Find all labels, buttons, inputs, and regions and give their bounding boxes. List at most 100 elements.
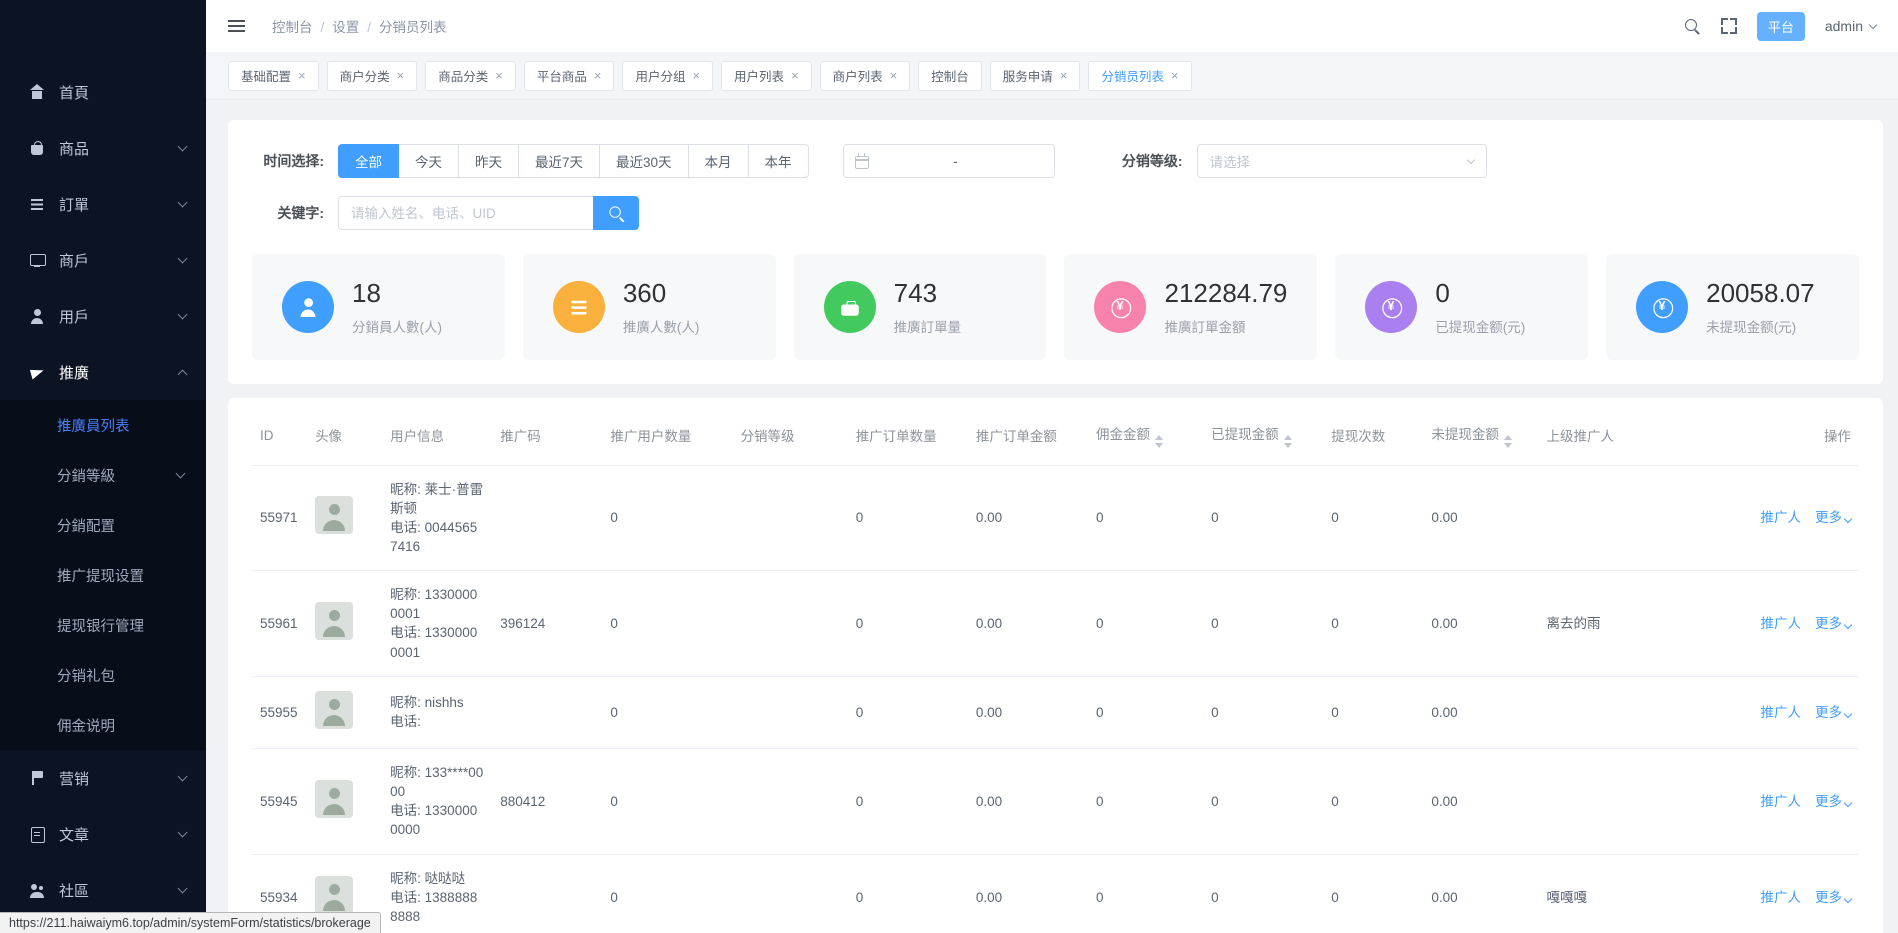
- close-icon[interactable]: [1171, 69, 1179, 82]
- more-link[interactable]: 更多: [1815, 794, 1851, 809]
- page-tab[interactable]: 分销员列表: [1088, 61, 1191, 91]
- time-filter-button[interactable]: 本年: [748, 144, 809, 178]
- sort-icon[interactable]: [1504, 435, 1512, 448]
- cell-promo-code: [492, 465, 602, 571]
- cell-avatar: [307, 676, 382, 748]
- sidebar-item-label: 商品: [59, 138, 179, 159]
- tab-label: 商品分类: [438, 66, 488, 85]
- time-filter-button[interactable]: 本月: [688, 144, 749, 178]
- sidebar-item[interactable]: 商品: [0, 120, 206, 176]
- chevron-down-icon: [1869, 20, 1877, 28]
- sidebar-item[interactable]: 推廣: [0, 344, 206, 400]
- sidebar-subitem[interactable]: 分销礼包: [0, 650, 206, 700]
- more-link[interactable]: 更多: [1815, 705, 1851, 720]
- sidebar-subitem-label: 提现银行管理: [57, 615, 184, 636]
- promoter-link[interactable]: 推广人: [1761, 794, 1802, 809]
- time-filter-button[interactable]: 最近7天: [518, 144, 600, 178]
- sort-icon[interactable]: [1155, 435, 1163, 448]
- page-tab[interactable]: 基础配置: [228, 61, 319, 91]
- keyword-input[interactable]: [338, 196, 593, 230]
- sidebar-subitem[interactable]: 提现银行管理: [0, 600, 206, 650]
- table-row: 55961 昵称: 13300000001 电话: 13300000001 39…: [252, 571, 1859, 677]
- promoter-link[interactable]: 推广人: [1761, 616, 1802, 631]
- close-icon[interactable]: [298, 69, 306, 82]
- more-link[interactable]: 更多: [1815, 616, 1851, 631]
- column-header: 用户信息: [382, 406, 492, 465]
- fullscreen-icon[interactable]: [1721, 18, 1737, 34]
- time-filter-button[interactable]: 全部: [338, 144, 399, 178]
- search-button[interactable]: [593, 196, 639, 230]
- sidebar-subitem[interactable]: 分銷配置: [0, 500, 206, 550]
- sidebar-subitem[interactable]: 推广提现设置: [0, 550, 206, 600]
- promoter-link[interactable]: 推广人: [1761, 510, 1802, 525]
- cell-parent-promoter: [1539, 465, 1729, 571]
- breadcrumb-item[interactable]: 控制台: [272, 16, 324, 36]
- date-range-picker[interactable]: -: [843, 144, 1055, 178]
- sidebar-item-icon: [28, 307, 46, 325]
- close-icon[interactable]: [594, 69, 602, 82]
- sidebar-item[interactable]: 营销: [0, 750, 206, 806]
- page-tab[interactable]: 商品分类: [425, 61, 516, 91]
- level-select[interactable]: 请选择: [1197, 144, 1487, 178]
- promoter-link[interactable]: 推广人: [1761, 705, 1802, 720]
- breadcrumb-item[interactable]: 设置: [332, 16, 371, 36]
- column-header-label: 佣金金额: [1096, 427, 1150, 442]
- close-icon[interactable]: [791, 69, 799, 82]
- sort-icon[interactable]: [1284, 435, 1292, 448]
- page-tab[interactable]: 控制台: [918, 61, 982, 91]
- page-tab[interactable]: 用户分组: [622, 61, 713, 91]
- sidebar-subitem-label: 分销礼包: [57, 665, 184, 686]
- time-filter-button[interactable]: 今天: [398, 144, 459, 178]
- nickname-label: 昵称:: [390, 587, 425, 602]
- page-tab[interactable]: 服务申请: [990, 61, 1081, 91]
- page-tab[interactable]: 用户列表: [721, 61, 812, 91]
- tab-label: 用户列表: [734, 66, 784, 85]
- platform-badge[interactable]: 平台: [1757, 12, 1805, 41]
- breadcrumb-item[interactable]: 分销员列表: [379, 16, 447, 36]
- chevron-icon: [178, 884, 188, 894]
- nickname-label: 昵称:: [390, 695, 425, 710]
- menu-collapse-icon[interactable]: [228, 19, 246, 33]
- cell-actions: 推广人更多: [1729, 571, 1859, 677]
- sidebar-item[interactable]: 訂單: [0, 176, 206, 232]
- close-icon[interactable]: [397, 69, 405, 82]
- time-filter-button[interactable]: 昨天: [458, 144, 519, 178]
- user-dropdown[interactable]: admin: [1825, 18, 1876, 34]
- sidebar-item-label: 用戶: [59, 306, 179, 327]
- sidebar-item[interactable]: 商戶: [0, 232, 206, 288]
- more-link[interactable]: 更多: [1815, 890, 1851, 905]
- close-icon[interactable]: [1060, 69, 1068, 82]
- page-tab[interactable]: 商户列表: [820, 61, 911, 91]
- time-filter-button[interactable]: 最近30天: [599, 144, 689, 178]
- column-header: 操作: [1729, 406, 1859, 465]
- stat-value: 20058.07: [1706, 278, 1814, 309]
- close-icon[interactable]: [890, 69, 898, 82]
- more-link[interactable]: 更多: [1815, 510, 1851, 525]
- sidebar-item-icon: [28, 195, 46, 213]
- sidebar-item[interactable]: 用戶: [0, 288, 206, 344]
- sidebar-item-icon: [28, 881, 46, 899]
- sidebar-subitem[interactable]: 推廣員列表: [0, 400, 206, 450]
- page-tab[interactable]: 平台商品: [524, 61, 615, 91]
- stat-glyph-icon: [1380, 296, 1403, 319]
- cell-promo-code: [492, 854, 602, 933]
- close-icon[interactable]: [692, 69, 700, 82]
- sidebar-item[interactable]: 首頁: [0, 64, 206, 120]
- sidebar-subitem[interactable]: 分銷等級: [0, 450, 206, 500]
- sidebar-item[interactable]: 社區: [0, 862, 206, 918]
- chevron-down-icon: [1844, 894, 1852, 902]
- close-icon[interactable]: [495, 69, 503, 82]
- sidebar: 首頁 商品 訂單 商戶: [0, 0, 206, 933]
- sidebar-subitem[interactable]: 佣金说明: [0, 700, 206, 750]
- app-window: 首頁 商品 訂單 商戶: [0, 0, 1898, 933]
- chevron-icon: [178, 369, 188, 379]
- page-tab[interactable]: 商户分类: [327, 61, 418, 91]
- calendar-icon: [855, 156, 869, 169]
- phone-label: 电话:: [390, 625, 425, 640]
- search-icon[interactable]: [1684, 18, 1701, 35]
- promoter-link[interactable]: 推广人: [1761, 890, 1802, 905]
- cell-withdrawn: 0: [1203, 854, 1323, 933]
- cell-order-count: 0: [848, 854, 968, 933]
- sidebar-item[interactable]: 文章: [0, 806, 206, 862]
- cell-order-amount: 0.00: [968, 676, 1088, 748]
